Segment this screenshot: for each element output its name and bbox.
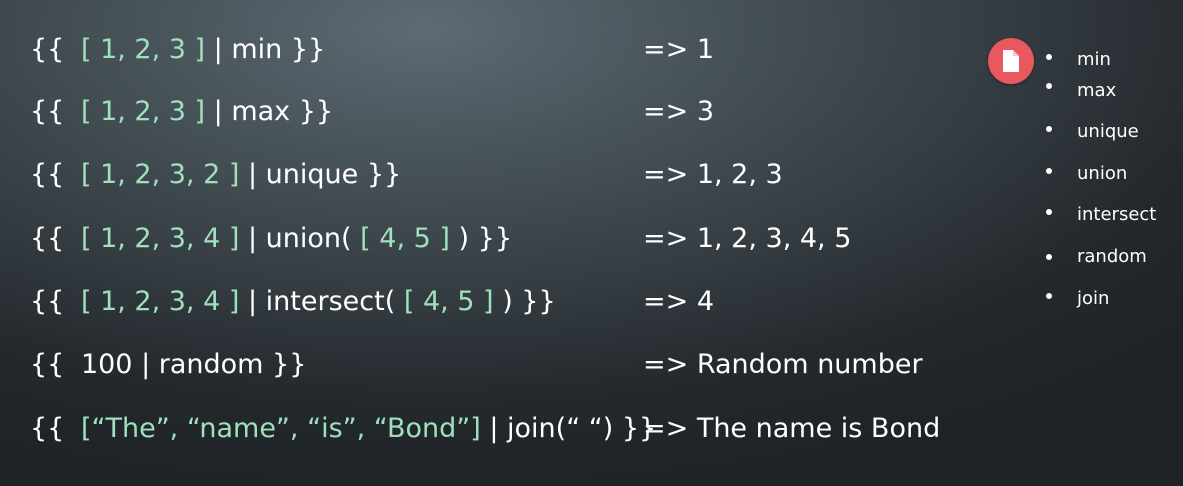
array-literal: [ 1, 2, 3 ] (80, 34, 206, 65)
expression: {{ [ 1, 2, 3, 4 ] | union( [ 4, 5 ] ) }} (30, 216, 512, 262)
array-literal: [ 1, 2, 3 ] (80, 96, 206, 127)
bullet-dot (1046, 293, 1052, 299)
open-braces: {{ (30, 413, 65, 444)
filter-call: | union( (248, 223, 352, 254)
expression: {{ [ 1, 2, 3 ] | max }} (30, 89, 333, 135)
document-icon-glyph (1003, 50, 1019, 72)
result: => Random number (643, 349, 923, 380)
open-braces: {{ (30, 34, 65, 65)
bullet-dot (1046, 209, 1052, 215)
result: => The name is Bond (643, 413, 941, 444)
expression: {{ [ 1, 2, 3, 2 ] | unique }} (30, 152, 401, 198)
close-call: ) }} (502, 286, 556, 317)
open-braces: {{ (30, 96, 65, 127)
open-braces: {{ (30, 349, 65, 380)
filter-call: | unique }} (248, 159, 402, 190)
array-literal: [ 1, 2, 3, 4 ] (80, 286, 240, 317)
array-literal: [ 1, 2, 3, 4 ] (80, 223, 240, 254)
open-braces: {{ (30, 159, 65, 190)
expression: {{ 100 | random }} (30, 342, 306, 388)
expression: {{ [“The”, “name”, “is”, “Bond”] | join(… (30, 406, 656, 452)
array-argument: [ 4, 5 ] (403, 286, 494, 317)
filter-call: 100 | random }} (80, 349, 307, 380)
array-literal: [ 1, 2, 3, 2 ] (80, 159, 240, 190)
filter-call: | min }} (213, 34, 326, 65)
expression: {{ [ 1, 2, 3 ] | min }} (30, 27, 325, 73)
close-call: ) }} (458, 223, 513, 254)
bullet-dot (1046, 168, 1052, 174)
result: => 3 (643, 96, 715, 127)
bullet-dot (1046, 254, 1052, 260)
bullet-dot (1046, 83, 1052, 89)
filter-call: | intersect( (248, 286, 396, 317)
result: => 1, 2, 3 (643, 159, 783, 190)
bullet-dot (1046, 126, 1052, 132)
expression: {{ [ 1, 2, 3, 4 ] | intersect( [ 4, 5 ] … (30, 279, 556, 325)
filter-call: | join(“ “) }} (489, 413, 657, 444)
open-braces: {{ (30, 286, 65, 317)
result: => 1 (643, 34, 715, 65)
bullet-dot (1046, 54, 1052, 60)
open-braces: {{ (30, 223, 65, 254)
document-icon[interactable] (988, 38, 1034, 84)
filter-call: | max }} (213, 96, 334, 127)
result: => 1, 2, 3, 4, 5 (643, 223, 852, 254)
array-argument: [ 4, 5 ] (360, 223, 450, 254)
result: => 4 (643, 286, 715, 317)
array-literal: [“The”, “name”, “is”, “Bond”] (80, 413, 481, 444)
